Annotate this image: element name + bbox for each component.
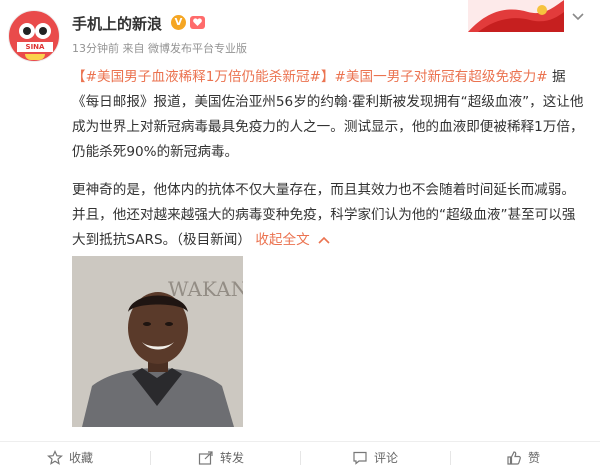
favorite-button[interactable]: 收藏 xyxy=(47,442,93,472)
post-paragraph-2: 更神奇的是，他体内的抗体不仅大量存在，而且其效力也不会随着时间延长而减弱。并且，… xyxy=(72,178,588,253)
fan-badge-icon[interactable] xyxy=(189,14,206,31)
comment-label: 评论 xyxy=(374,451,399,465)
collapse-label: 收起全文 xyxy=(255,232,310,248)
divider xyxy=(450,451,451,465)
backdrop-text: WAKANDA FOREVER xyxy=(168,277,243,301)
divider xyxy=(150,451,151,465)
comment-icon xyxy=(353,451,367,465)
share-icon xyxy=(198,450,213,465)
avatar-eye-left xyxy=(19,23,35,39)
share-button[interactable]: 转发 xyxy=(198,442,244,472)
thumbs-up-icon xyxy=(507,450,521,465)
author-name[interactable]: 手机上的新浪 xyxy=(72,13,162,34)
like-button[interactable]: 赞 xyxy=(506,442,540,472)
avatar-eye-right xyxy=(35,23,51,39)
avatar[interactable]: SINA xyxy=(8,10,60,62)
comment-button[interactable]: 评论 xyxy=(352,442,398,472)
divider xyxy=(300,451,301,465)
topic-link-2[interactable]: #美国一男子对新冠有超级免疫力# xyxy=(335,69,548,85)
verified-icon: V xyxy=(171,15,186,30)
chevron-up-icon xyxy=(318,236,330,244)
post-header: SINA 手机上的新浪 V 13分钟前 来自 微博发布平台专业版 xyxy=(0,0,600,62)
collapse-button[interactable]: 收起全文 xyxy=(255,232,330,248)
star-icon xyxy=(47,449,63,465)
post-paragraph-1: 【#美国男子血液稀释1万倍仍能杀新冠#】#美国一男子对新冠有超级免疫力# 据《每… xyxy=(72,65,588,165)
post-image[interactable]: WAKANDA FOREVER xyxy=(72,256,243,427)
post-meta: 13分钟前 来自 微博发布平台专业版 xyxy=(72,42,247,55)
topic-link-1[interactable]: 【#美国男子血液稀释1万倍仍能杀新冠#】 xyxy=(72,69,335,85)
portrait-photo: WAKANDA FOREVER xyxy=(72,256,243,427)
like-label: 赞 xyxy=(528,451,541,465)
favorite-label: 收藏 xyxy=(69,451,94,465)
decorative-banner xyxy=(468,0,564,32)
avatar-mouth xyxy=(25,54,45,60)
share-label: 转发 xyxy=(220,451,245,465)
chevron-down-icon[interactable] xyxy=(571,9,585,23)
post-action-bar: 收藏 转发 评论 赞 xyxy=(0,441,600,472)
weibo-avatar-icon: SINA xyxy=(17,42,53,52)
